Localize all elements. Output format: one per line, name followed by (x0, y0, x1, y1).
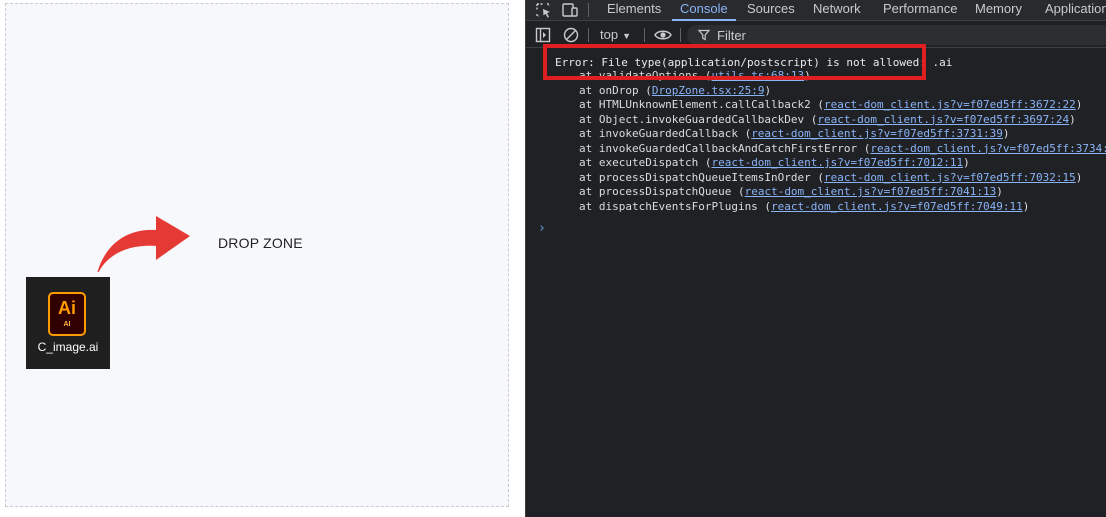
stack-frame: at invokeGuardedCallback (react-dom_clie… (579, 127, 1106, 142)
drop-zone[interactable]: DROP ZONE (5, 3, 509, 507)
filter-box (687, 25, 1106, 45)
filter-input[interactable] (717, 26, 1097, 44)
tabbar-divider (588, 3, 589, 17)
stack-frame-text: at HTMLUnknownElement.callCallback2 ( (579, 98, 825, 111)
stack-frame-text: ) (1069, 112, 1076, 126)
stack-frame: at executeDispatch (react-dom_client.js?… (579, 156, 1106, 171)
eye-icon[interactable] (653, 26, 673, 44)
stack-frame-text: at onDrop ( (579, 83, 652, 97)
stack-frame-text: at Object.invokeGuardedCallbackDev ( (579, 112, 818, 126)
toolbar-divider (644, 28, 645, 42)
stack-frame: at HTMLUnknownElement.callCallback2 (rea… (579, 98, 1106, 113)
file-icon-text: Ai (58, 298, 76, 318)
source-link[interactable]: utils.ts:68:13 (711, 69, 804, 82)
chevron-down-icon: ▼ (622, 31, 631, 41)
stack-frame: at processDispatchQueueItemsInOrder (rea… (579, 171, 1106, 186)
stack-frame-text: ) (996, 185, 1003, 198)
stack-frame: at validateOptions (utils.ts:68:13) (579, 69, 1106, 84)
stack-trace: at validateOptions (utils.ts:68:13) at o… (579, 69, 1106, 214)
device-toolbar-icon[interactable] (560, 1, 580, 19)
stack-frame: at Object.invokeGuardedCallbackDev (reac… (579, 113, 1106, 128)
error-message: Error: File type(application/postscript)… (555, 56, 953, 69)
dragged-file[interactable]: Ai AI C_image.ai (26, 277, 110, 369)
source-link[interactable]: react-dom_client.js?v=f07ed5ff:7049:11 (771, 200, 1023, 213)
stack-frame: at onDrop (DropZone.tsx:25:9) (579, 84, 1106, 99)
source-link[interactable]: react-dom_client.js?v=f07ed5ff:3697:24 (817, 113, 1069, 126)
source-link[interactable]: react-dom_client.js?v=f07ed5ff:7012:11 (711, 156, 963, 169)
console-prompt-icon[interactable]: › (538, 221, 546, 236)
context-select-value: top (600, 27, 619, 42)
file-name: C_image.ai (37, 340, 99, 354)
tab-sources[interactable]: Sources (747, 0, 795, 21)
drop-zone-label: DROP ZONE (218, 235, 303, 251)
stack-frame: at dispatchEventsForPlugins (react-dom_c… (579, 200, 1106, 215)
source-link[interactable]: react-dom_client.js?v=f07ed5ff:7041:13 (745, 185, 997, 198)
file-icon-subtext: AI (63, 321, 71, 328)
stack-frame: at invokeGuardedCallbackAndCatchFirstErr… (579, 142, 1106, 157)
stack-frame-text: ) (963, 156, 970, 169)
stack-frame-text: at invokeGuardedCallback ( (579, 127, 752, 140)
console-toolbar: top ▼ (526, 22, 1106, 48)
stack-frame-text: ) (804, 69, 811, 82)
curved-arrow-icon (97, 216, 190, 272)
tab-elements[interactable]: Elements (607, 0, 661, 21)
stack-frame-text: ) (764, 83, 772, 97)
stack-frame-text: at processDispatchQueueItemsInOrder ( (579, 170, 825, 184)
devtools-panel: Elements Console Sources Network Perform… (525, 0, 1106, 517)
context-select[interactable]: top ▼ (600, 26, 631, 44)
source-link[interactable]: react-dom_client.js?v=f07ed5ff:3731:39 (751, 127, 1003, 140)
source-link[interactable]: react-dom_client.js?v=f07ed5ff:3734:33 (870, 142, 1106, 155)
stack-frame-text: ) (1002, 127, 1010, 140)
stack-frame-text: at invokeGuardedCallbackAndCatchFirstErr… (579, 141, 871, 155)
illustrator-file-icon: Ai AI (48, 292, 86, 336)
stack-frame-text: ) (1022, 199, 1030, 213)
console-output: Error: File type(application/postscript)… (526, 44, 1106, 517)
stack-frame-text: ) (1075, 98, 1083, 111)
filter-icon (697, 29, 711, 41)
stack-frame-text: at executeDispatch ( (579, 156, 712, 169)
stack-frame-text: at dispatchEventsForPlugins ( (579, 199, 772, 213)
devtools-tabbar: Elements Console Sources Network Perform… (526, 0, 1106, 21)
source-link[interactable]: react-dom_client.js?v=f07ed5ff:7032:15 (824, 171, 1076, 184)
stack-frame-text: at validateOptions ( (579, 69, 712, 82)
stack-frame: at processDispatchQueue (react-dom_clien… (579, 185, 1106, 200)
source-link[interactable]: react-dom_client.js?v=f07ed5ff:3672:22 (824, 98, 1076, 111)
tab-application[interactable]: Application (1045, 0, 1106, 21)
tab-performance[interactable]: Performance (883, 0, 957, 21)
sidebar-toggle-icon[interactable] (534, 26, 552, 44)
tab-network[interactable]: Network (813, 0, 861, 21)
source-link[interactable]: DropZone.tsx:25:9 (652, 84, 765, 97)
tab-memory[interactable]: Memory (975, 0, 1022, 21)
stack-frame-text: ) (1075, 170, 1083, 184)
toolbar-divider (588, 28, 589, 42)
inspect-element-icon[interactable] (534, 1, 554, 19)
web-page: DROP ZONE Ai AI C_image.ai (0, 0, 525, 517)
clear-console-icon[interactable] (562, 26, 580, 44)
tab-console[interactable]: Console (672, 0, 736, 21)
stack-frame-text: at processDispatchQueue ( (579, 185, 745, 198)
toolbar-divider (680, 28, 681, 42)
